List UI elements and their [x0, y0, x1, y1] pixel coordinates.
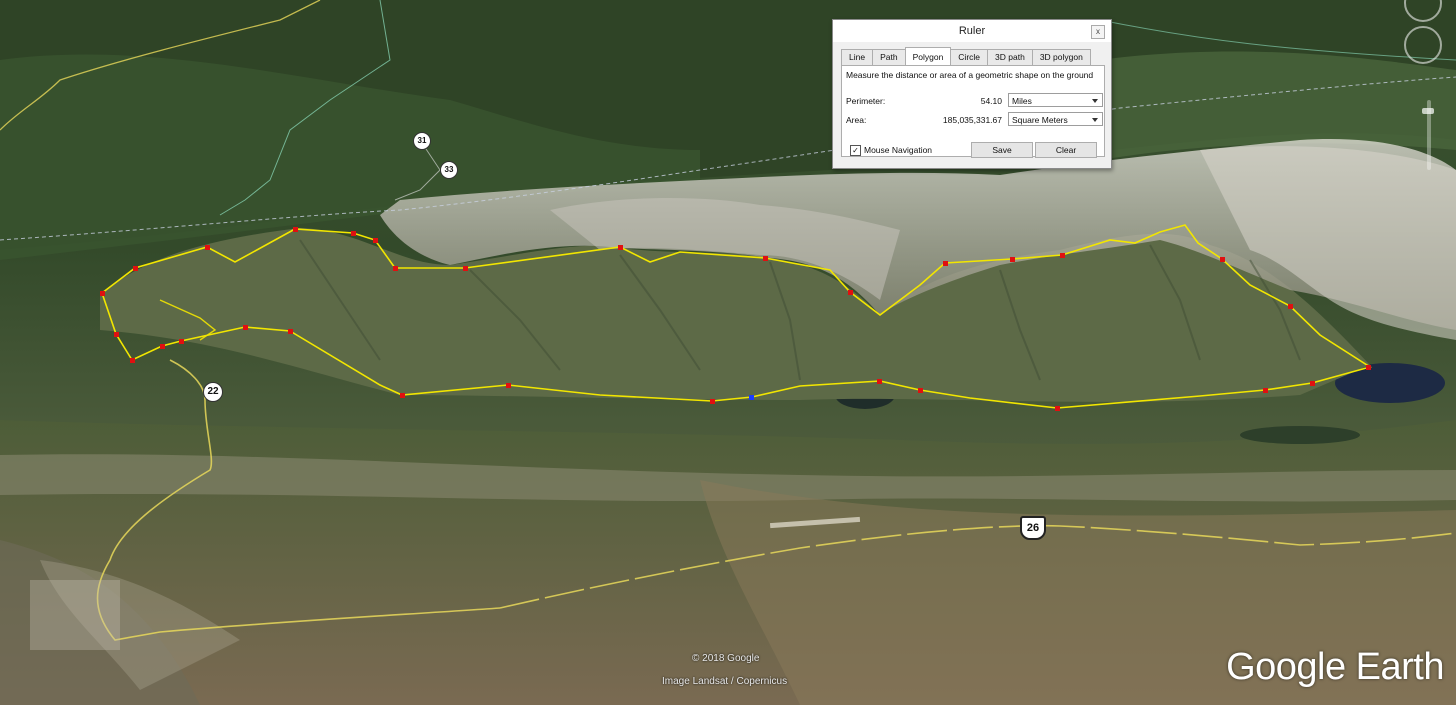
- tab-path[interactable]: Path: [872, 49, 906, 65]
- perimeter-value: 54.10: [980, 96, 1002, 106]
- area-unit-select[interactable]: Square Meters: [1008, 112, 1103, 126]
- copyright-text: © 2018 Google: [692, 653, 760, 664]
- active-vertex: [749, 395, 754, 400]
- route-33-shield: 33: [440, 161, 458, 179]
- tab-line[interactable]: Line: [841, 49, 874, 65]
- save-button[interactable]: Save: [971, 142, 1033, 158]
- perimeter-unit-select[interactable]: Miles: [1008, 93, 1103, 107]
- terrain-imagery: [0, 0, 1456, 705]
- zoom-slider-knob[interactable]: [1422, 108, 1434, 114]
- mouse-navigation-label: Mouse Navigation: [864, 145, 933, 155]
- clear-button[interactable]: Clear: [1035, 142, 1097, 158]
- imagery-credit: Image Landsat / Copernicus: [662, 676, 788, 687]
- route-22-shield: 22: [203, 382, 223, 402]
- ruler-title: Ruler: [958, 25, 986, 37]
- tab-circle[interactable]: Circle: [950, 49, 989, 65]
- tab-polygon[interactable]: Polygon: [904, 47, 952, 65]
- mouse-navigation-checkbox[interactable]: ✓: [850, 145, 861, 156]
- close-icon: x: [1096, 27, 1100, 36]
- area-unit: Square Meters: [1012, 115, 1068, 125]
- close-button[interactable]: x: [1091, 25, 1105, 39]
- area-value: 185,035,331.67: [942, 115, 1002, 125]
- perimeter-label: Perimeter:: [846, 96, 886, 106]
- chevron-down-icon: [1092, 99, 1098, 103]
- perimeter-unit: Miles: [1012, 96, 1032, 106]
- ruler-titlebar[interactable]: Ruler x: [833, 20, 1111, 42]
- tab-3d-path[interactable]: 3D path: [987, 49, 1033, 65]
- area-label: Area:: [846, 115, 867, 125]
- move-joystick[interactable]: [1404, 26, 1442, 64]
- us-route-26-shield: 26: [1020, 516, 1046, 540]
- tab-3d-polygon[interactable]: 3D polygon: [1031, 49, 1091, 65]
- chevron-down-icon: [1092, 118, 1098, 122]
- google-earth-logo: Google Earth: [1226, 646, 1444, 688]
- ruler-tabs: Line Path Polygon Circle 3D path 3D poly…: [841, 47, 1091, 65]
- route-31-shield: 31: [413, 132, 431, 150]
- ruler-dialog: Ruler x Line Path Polygon Circle 3D path…: [832, 19, 1112, 169]
- map-view[interactable]: 31 33 22 26 © 2018 Google Image Landsat …: [0, 0, 1456, 705]
- ruler-description: Measure the distance or area of a geomet…: [846, 70, 1094, 80]
